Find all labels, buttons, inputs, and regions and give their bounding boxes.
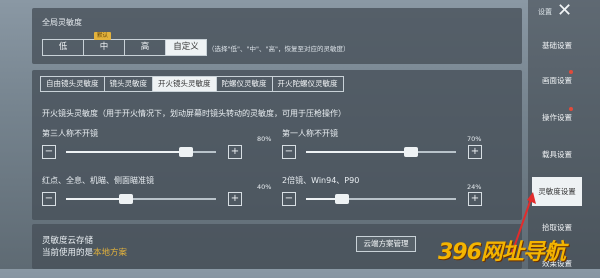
current-plan-name: 本地方案 — [93, 248, 128, 258]
preset-medium[interactable]: 默认 中 — [84, 32, 125, 55]
minus-button[interactable]: − — [42, 192, 56, 206]
sidebar-item-graphics[interactable]: 画面设置 — [532, 66, 582, 95]
sidebar-item-controls[interactable]: 操作设置 — [532, 103, 582, 132]
global-sensitivity-label: 全局灵敏度 — [42, 18, 82, 27]
slider-knob[interactable] — [179, 147, 193, 157]
sidebar-item-vehicle[interactable]: 载具设置 — [532, 140, 582, 169]
preset-custom[interactable]: 自定义 — [166, 40, 206, 55]
slider-2x-scope-label: 2倍镜、Win94、P90 — [282, 176, 360, 185]
plus-button[interactable]: + — [468, 145, 482, 159]
slider-2x-scope: − + — [282, 192, 482, 206]
minus-button[interactable]: − — [42, 145, 56, 159]
preset-low[interactable]: 低 — [43, 40, 84, 55]
slider-third-person-label: 第三人称不开镜 — [42, 129, 98, 138]
minus-button[interactable]: − — [282, 192, 296, 206]
slider-2x-scope-value: 24% — [467, 183, 482, 191]
slider-red-dot: − + — [42, 192, 242, 206]
watermark-logo: 396网址导航 — [438, 240, 566, 265]
slider-knob[interactable] — [335, 194, 349, 204]
preset-high[interactable]: 高 — [125, 40, 166, 55]
preset-hint: （选择"低"、"中"、"高"，恢复至对应的灵敏度） — [208, 45, 350, 53]
sidebar-header-label: 设置 — [538, 8, 552, 16]
fire-section-title: 开火镜头灵敏度（用于开火情况下，划动屏幕时镜头转动的灵敏度，可用于压枪操作） — [42, 109, 346, 118]
slider-fill — [66, 151, 186, 153]
tab-free-camera[interactable]: 自由镜头灵敏度 — [41, 77, 105, 91]
sensitivity-tabs: 自由镜头灵敏度 镜头灵敏度 开火镜头灵敏度 陀螺仪灵敏度 开火陀螺仪灵敏度 — [40, 76, 344, 92]
slider-third-person-value: 80% — [257, 135, 272, 143]
tab-gyroscope[interactable]: 陀螺仪灵敏度 — [217, 77, 273, 91]
slider-red-dot-value: 40% — [257, 183, 272, 191]
slider-red-dot-label: 红点、全息、机瞄、侧面瞄准镜 — [42, 176, 154, 185]
default-badge: 默认 — [94, 32, 112, 40]
sidebar-item-basic[interactable]: 基础设置 — [532, 31, 582, 60]
minus-button[interactable]: − — [282, 145, 296, 159]
slider-fill — [306, 151, 411, 153]
slider-first-person: − + — [282, 145, 482, 159]
plus-button[interactable]: + — [228, 145, 242, 159]
close-icon[interactable]: ✕ — [557, 0, 572, 21]
sensitivity-preset-selector: 低 默认 中 高 自定义 — [42, 32, 207, 56]
plus-button[interactable]: + — [468, 192, 482, 206]
tab-camera[interactable]: 镜头灵敏度 — [105, 77, 153, 91]
tab-fire-gyroscope[interactable]: 开火陀螺仪灵敏度 — [273, 77, 343, 91]
slider-knob[interactable] — [404, 147, 418, 157]
slider-first-person-label: 第一人称不开镜 — [282, 129, 338, 138]
notification-dot — [569, 70, 573, 74]
tab-fire-camera[interactable]: 开火镜头灵敏度 — [153, 77, 217, 91]
plus-button[interactable]: + — [228, 192, 242, 206]
notification-dot — [569, 107, 573, 111]
slider-fill — [66, 198, 126, 200]
sidebar-item-sensitivity[interactable]: 灵敏度设置 — [532, 177, 582, 206]
slider-knob[interactable] — [119, 194, 133, 204]
slider-first-person-value: 70% — [467, 135, 482, 143]
cloud-storage-title: 灵敏度云存储 — [42, 236, 94, 246]
current-plan-text: 当前使用的是本地方案 — [42, 248, 128, 258]
cloud-plan-manage-button[interactable]: 云端方案管理 — [356, 236, 416, 252]
slider-third-person: − + — [42, 145, 242, 159]
